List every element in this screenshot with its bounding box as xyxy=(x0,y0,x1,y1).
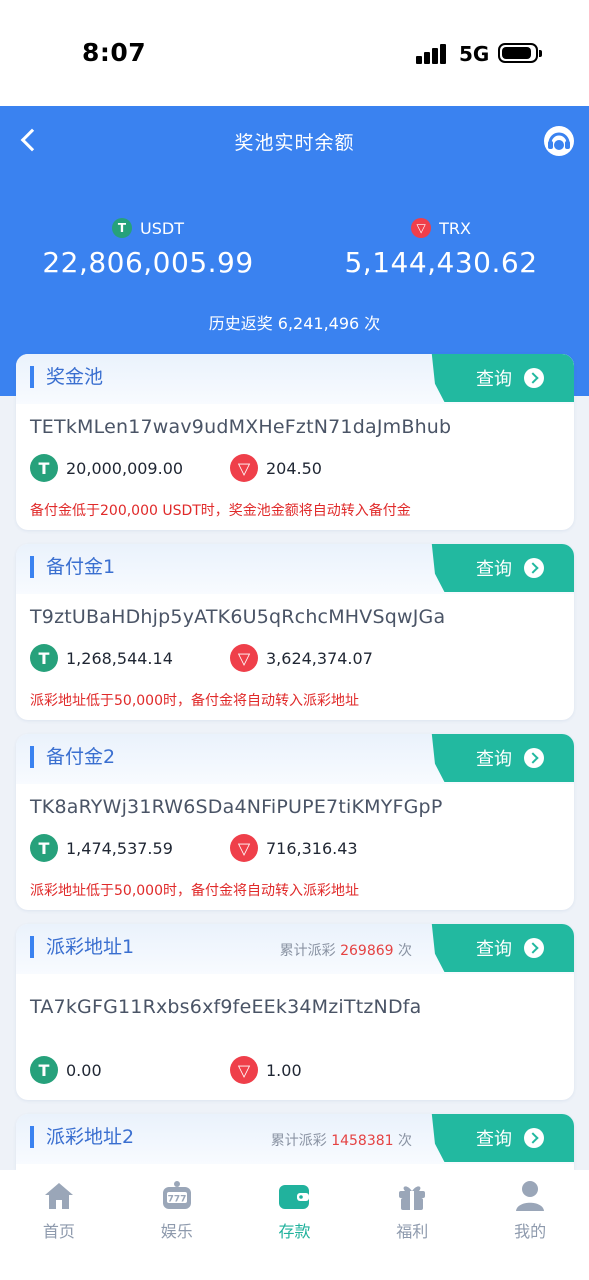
battery-icon xyxy=(498,43,542,63)
query-button[interactable]: 查询 xyxy=(431,924,574,972)
chevron-right-icon xyxy=(524,748,544,768)
wallet-address[interactable]: T9ztUBaHDhjp5yATK6U5qRchcMHVSqwJGa xyxy=(30,606,445,628)
usdt-icon: T xyxy=(30,454,58,482)
payout-count-prefix: 累计派彩 xyxy=(270,1133,332,1149)
wallet-address[interactable]: TK8aRYWj31RW6SDa4NFiPUPE7tiKMYFGpP xyxy=(30,796,442,818)
card-payout-address-1: 派彩地址1 累计派彩 269869 次 查询 TA7kGFG11Rxbs6xf9… xyxy=(16,924,574,1100)
tab-label: 娱乐 xyxy=(160,1222,193,1241)
payout-count: 累计派彩 1458381 次 xyxy=(271,1130,412,1150)
trx-balance: ▽ 1.00 xyxy=(230,1056,302,1084)
query-button[interactable]: 查询 xyxy=(431,734,574,782)
trx-balance-value: 204.50 xyxy=(266,458,322,478)
trx-icon: ▽ xyxy=(411,218,432,238)
trx-balance-value: 1.00 xyxy=(266,1060,302,1080)
card-title: 派彩地址1 xyxy=(30,936,134,958)
status-time: 8:07 xyxy=(82,38,147,67)
usdt-icon: T xyxy=(30,834,58,862)
card-title: 备付金2 xyxy=(30,746,115,768)
payout-count-value: 269869 xyxy=(340,943,394,959)
usdt-icon: T xyxy=(112,218,133,238)
customer-service-icon[interactable] xyxy=(542,124,576,158)
payout-count-value: 1458381 xyxy=(331,1133,394,1149)
status-bar: 8:07 5G xyxy=(0,0,589,106)
trx-total-amount: 5,144,430.62 xyxy=(344,246,538,279)
page-title: 奖池实时余额 xyxy=(234,132,355,154)
signal-icon xyxy=(416,44,450,64)
query-label: 查询 xyxy=(476,939,512,960)
tab-label: 首页 xyxy=(42,1222,75,1241)
trx-balance: ▽ 716,316.43 xyxy=(230,834,358,862)
svg-text:777: 777 xyxy=(167,1195,186,1205)
card-reserve-1: 备付金1 查询 T9ztUBaHDhjp5yATK6U5qRchcMHVSqwJ… xyxy=(16,544,574,720)
usdt-balance-value: 1,474,537.59 xyxy=(66,838,173,858)
home-icon xyxy=(41,1178,77,1214)
card-prize-pool: 奖金池 查询 TETkMLen17wav9udMXHeFztN71daJmBhu… xyxy=(16,354,574,530)
card-title: 奖金池 xyxy=(30,366,103,388)
query-button[interactable]: 查询 xyxy=(431,354,574,402)
trx-balance-value: 3,624,374.07 xyxy=(266,648,373,668)
usdt-label: USDT xyxy=(140,218,184,238)
user-icon xyxy=(512,1178,548,1214)
usdt-total: T USDT 22,806,005.99 xyxy=(18,218,278,279)
usdt-total-amount: 22,806,005.99 xyxy=(42,246,254,279)
query-label: 查询 xyxy=(476,369,512,390)
trx-balance: ▽ 3,624,374.07 xyxy=(230,644,373,672)
trx-label: TRX xyxy=(439,218,471,238)
tab-profile[interactable]: 我的 xyxy=(471,1170,589,1280)
payout-count-prefix: 累计派彩 xyxy=(279,943,341,959)
usdt-balance: T 1,268,544.14 xyxy=(30,644,173,672)
card-reserve-2: 备付金2 查询 TK8aRYWj31RW6SDa4NFiPUPE7tiKMYFG… xyxy=(16,734,574,910)
payout-count: 累计派彩 269869 次 xyxy=(280,940,412,960)
card-payout-address-2: 派彩地址2 累计派彩 1458381 次 查询 xyxy=(16,1114,574,1170)
payout-count-suffix: 次 xyxy=(393,943,412,959)
query-label: 查询 xyxy=(476,1129,512,1150)
chevron-right-icon xyxy=(524,938,544,958)
tab-entertainment[interactable]: 777 娱乐 xyxy=(118,1170,236,1280)
transfer-note: 派彩地址低于50,000时，备付金将自动转入派彩地址 xyxy=(30,883,359,899)
query-button[interactable]: 查询 xyxy=(431,544,574,592)
query-label: 查询 xyxy=(476,749,512,770)
trx-balance: ▽ 204.50 xyxy=(230,454,322,482)
trx-total: ▽ TRX 5,144,430.62 xyxy=(311,218,571,279)
tab-benefits[interactable]: 福利 xyxy=(353,1170,471,1280)
trx-icon: ▽ xyxy=(230,1056,258,1084)
chevron-right-icon xyxy=(524,1128,544,1148)
usdt-balance: T 20,000,009.00 xyxy=(30,454,183,482)
tab-deposit[interactable]: 存款 xyxy=(236,1170,354,1280)
usdt-icon: T xyxy=(30,1056,58,1084)
transfer-note: 备付金低于200,000 USDT时，奖金池金额将自动转入备付金 xyxy=(30,503,411,519)
usdt-balance-value: 0.00 xyxy=(66,1060,102,1080)
tab-label: 存款 xyxy=(278,1222,311,1241)
tab-label: 福利 xyxy=(396,1222,429,1241)
trx-icon: ▽ xyxy=(230,454,258,482)
transfer-note: 派彩地址低于50,000时，备付金将自动转入派彩地址 xyxy=(30,693,359,709)
card-title: 备付金1 xyxy=(30,556,115,578)
chevron-right-icon xyxy=(524,368,544,388)
history-payouts: 历史返奖 6,241,496 次 xyxy=(208,314,381,333)
network-label: 5G xyxy=(459,42,490,66)
usdt-icon: T xyxy=(30,644,58,672)
tab-label: 我的 xyxy=(514,1222,547,1241)
trx-balance-value: 716,316.43 xyxy=(266,838,358,858)
trx-icon: ▽ xyxy=(230,644,258,672)
chevron-right-icon xyxy=(524,558,544,578)
query-button[interactable]: 查询 xyxy=(431,1114,574,1162)
bottom-tab-bar: 首页 777 娱乐 存款 福利 我的 xyxy=(0,1170,589,1280)
gift-icon xyxy=(394,1178,430,1214)
card-title: 派彩地址2 xyxy=(30,1126,134,1148)
slot-machine-icon: 777 xyxy=(159,1178,195,1214)
wallet-address[interactable]: TETkMLen17wav9udMXHeFztN71daJmBhub xyxy=(30,416,451,438)
balance-header: 奖池实时余额 T USDT 22,806,005.99 ▽ TRX 5,144,… xyxy=(0,106,589,396)
payout-count-suffix: 次 xyxy=(393,1133,412,1149)
query-label: 查询 xyxy=(476,559,512,580)
usdt-balance-value: 1,268,544.14 xyxy=(66,648,173,668)
tab-home[interactable]: 首页 xyxy=(0,1170,118,1280)
usdt-balance: T 1,474,537.59 xyxy=(30,834,173,862)
usdt-balance-value: 20,000,009.00 xyxy=(66,458,184,478)
wallet-icon xyxy=(276,1178,312,1214)
usdt-balance: T 0.00 xyxy=(30,1056,102,1084)
wallet-address[interactable]: TA7kGFG11Rxbs6xf9feEEk34MziTtzNDfa xyxy=(30,996,422,1018)
trx-icon: ▽ xyxy=(230,834,258,862)
